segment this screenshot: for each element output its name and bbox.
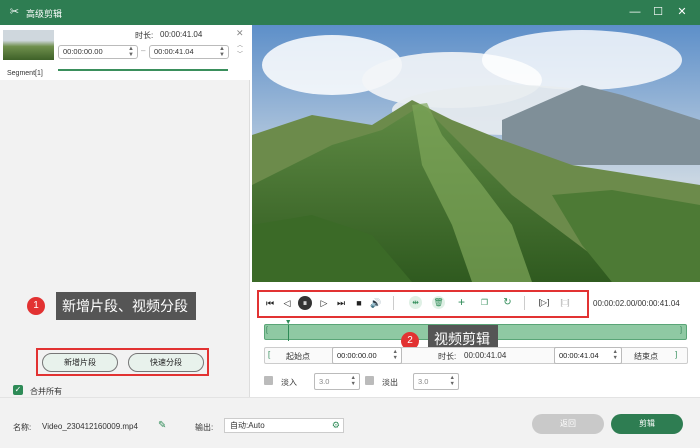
- playhead[interactable]: ▼: [285, 319, 293, 341]
- stepper-icon[interactable]: ▲ ▼: [613, 349, 618, 361]
- segment-duration-label: 时长:: [135, 31, 154, 40]
- segment-start-value: 00:00:00.00: [63, 47, 103, 56]
- prev-frame-icon[interactable]: ◁: [281, 297, 293, 309]
- playhead-line: [287, 325, 289, 341]
- fade-in-input[interactable]: 3.0 ▲ ▼: [314, 373, 360, 390]
- segment-label: Segment[1]: [7, 70, 43, 77]
- fade-out-value: 3.0: [418, 377, 429, 386]
- delete-icon[interactable]: 🗑: [432, 296, 445, 309]
- segment-progress-line: [58, 69, 228, 71]
- callout-number-1: 1: [27, 297, 45, 315]
- volume-icon[interactable]: 🔊: [370, 297, 382, 309]
- divider: [393, 296, 394, 310]
- edit-name-icon[interactable]: ✎: [158, 420, 166, 431]
- pause-button[interactable]: ⏸: [298, 296, 312, 310]
- start-time-input[interactable]: 00:00:00.00 ▲ ▼: [332, 347, 402, 364]
- trim-duration-label: 时长:: [438, 352, 457, 361]
- stepper-icon[interactable]: ▲ ▼: [393, 349, 398, 361]
- segment-start-input[interactable]: 00:00:00.00 ▲ ▼: [58, 45, 138, 59]
- segment-card[interactable]: 时长: 00:00:41.04 ✕ ︿ ﹀ 00:00:00.00 ▲ ▼ – 0…: [0, 25, 250, 80]
- chevron-down-icon[interactable]: ﹀: [237, 49, 243, 58]
- file-name: Video_230412160009.mp4: [42, 422, 138, 431]
- end-time-value: 00:00:41.04: [559, 351, 599, 360]
- start-point-button[interactable]: 起始点: [286, 351, 310, 362]
- fade-out-label: 淡出: [382, 378, 398, 387]
- reset-icon[interactable]: ↻: [501, 296, 514, 309]
- merge-all-label: 合并所有: [30, 387, 62, 396]
- start-time-value: 00:00:00.00: [337, 351, 377, 360]
- window-title: 高级剪辑: [26, 9, 63, 19]
- stepper-icon[interactable]: ▲ ▼: [128, 46, 134, 58]
- video-preview[interactable]: [252, 25, 700, 282]
- settings-gear-icon[interactable]: ⚙: [332, 419, 340, 432]
- segment-panel: 时长: 00:00:41.04 ✕ ︿ ﹀ 00:00:00.00 ▲ ▼ – 0…: [0, 25, 250, 397]
- title-bar: ✂ 高级剪辑 — ☐ ✕: [0, 0, 700, 25]
- trim-handle-left[interactable]: [: [266, 327, 268, 334]
- end-point-button[interactable]: 结束点: [634, 351, 658, 362]
- range-separator: –: [141, 46, 146, 55]
- quick-split-button[interactable]: 快速分段: [128, 353, 204, 372]
- name-label: 名称:: [13, 423, 32, 432]
- footer-bar: 名称: Video_230412160009.mp4 ✎ 输出: 自动:Auto…: [0, 397, 700, 448]
- segment-thumbnail: [3, 30, 54, 60]
- close-window-button[interactable]: ✕: [675, 5, 689, 19]
- trim-handle-right[interactable]: ]: [680, 327, 682, 334]
- fade-in-value: 3.0: [319, 377, 330, 386]
- output-label: 输出:: [195, 423, 214, 432]
- next-frame-icon[interactable]: ▷: [318, 297, 330, 309]
- stepper-icon[interactable]: ▲ ▼: [351, 375, 356, 387]
- fade-in-label: 淡入: [281, 378, 297, 387]
- copy-icon[interactable]: ❐: [478, 296, 491, 309]
- landscape-frame: [252, 25, 700, 282]
- start-bracket-icon: [: [268, 350, 271, 359]
- minimize-button[interactable]: —: [628, 5, 642, 19]
- add-segment-button[interactable]: 新增片段: [42, 353, 118, 372]
- close-segment-icon[interactable]: ✕: [236, 28, 244, 39]
- chevron-up-icon[interactable]: ︿: [237, 40, 243, 49]
- split-icon[interactable]: ⇹: [409, 296, 422, 309]
- time-display: 00:00:02.00/00:00:41.04: [593, 299, 680, 308]
- app-logo-icon: ✂: [9, 6, 20, 18]
- merge-all-checkbox[interactable]: ✓: [13, 385, 23, 395]
- set-start-icon[interactable]: [▷]: [538, 297, 550, 309]
- callout-add-split: 新增片段、视频分段: [56, 292, 196, 320]
- trim-duration-value: 00:00:41.04: [464, 351, 507, 360]
- skip-start-icon[interactable]: ⏮: [264, 297, 276, 309]
- output-value: 自动:Auto: [230, 421, 265, 430]
- maximize-button[interactable]: ☐: [651, 5, 665, 19]
- fade-out-input[interactable]: 3.0 ▲ ▼: [413, 373, 459, 390]
- set-end-icon[interactable]: [□]: [559, 297, 571, 309]
- divider: [524, 296, 525, 310]
- stop-icon[interactable]: ■: [353, 297, 365, 309]
- skip-end-icon[interactable]: ⏭: [335, 297, 347, 309]
- segment-end-value: 00:00:41.04: [154, 47, 194, 56]
- stepper-icon[interactable]: ▲ ▼: [219, 46, 225, 58]
- segment-end-input[interactable]: 00:00:41.04 ▲ ▼: [149, 45, 229, 59]
- add-icon[interactable]: +: [455, 296, 468, 309]
- output-select[interactable]: 自动:Auto ⚙: [224, 418, 344, 433]
- editor-controls: ⏮ ◁ ⏸ ▷ ⏭ ■ 🔊 ⇹ 🗑 + ❐ ↻ [▷] [□] 00:00:02…: [252, 282, 700, 397]
- fade-out-checkbox[interactable]: [365, 376, 374, 385]
- fade-in-checkbox[interactable]: [264, 376, 273, 385]
- end-time-input[interactable]: 00:00:41.04 ▲ ▼: [554, 347, 622, 364]
- segment-duration-value: 00:00:41.04: [160, 30, 203, 39]
- stepper-icon[interactable]: ▲ ▼: [450, 375, 455, 387]
- end-bracket-icon: ]: [675, 350, 678, 359]
- edit-button[interactable]: 剪辑: [611, 414, 683, 434]
- back-button[interactable]: 返回: [532, 414, 604, 434]
